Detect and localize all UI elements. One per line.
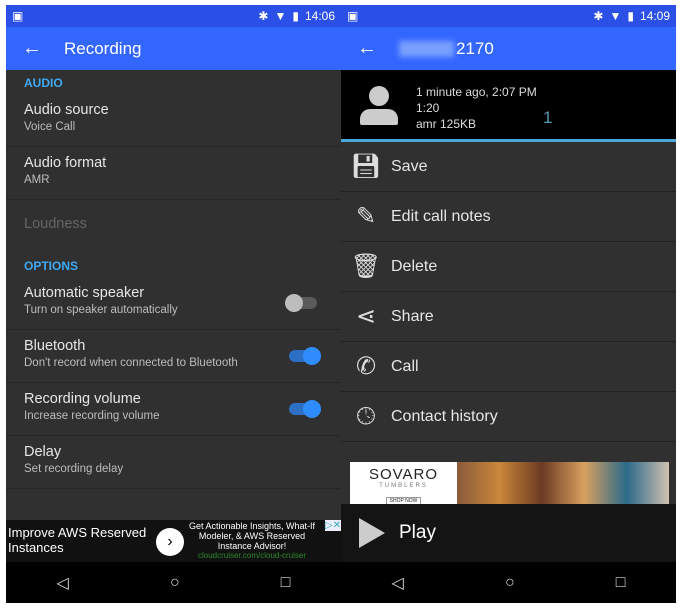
bluetooth-icon: ✱ xyxy=(258,9,269,23)
setting-summary: Turn on speaker automatically xyxy=(24,304,178,316)
blurred-number xyxy=(399,40,454,57)
play-label: Play xyxy=(399,522,436,543)
menu-item-delete[interactable]: 🗑︎ Delete xyxy=(341,242,676,292)
action-menu: 💾︎ Save ✎ Edit call notes 🗑︎ Delete ⋖ Share … xyxy=(341,142,676,442)
bluetooth-toggle[interactable] xyxy=(289,347,321,365)
clock-icon: 🕓︎ xyxy=(356,402,376,430)
setting-loudness: Loudness xyxy=(6,200,341,253)
setting-audio-source[interactable]: Audio source Voice Call xyxy=(6,94,341,147)
play-button[interactable]: Play xyxy=(341,504,676,562)
ad-body: Get Actionable Insights, What-If Modeler… xyxy=(188,521,316,551)
clock-time: 14:09 xyxy=(639,9,670,23)
left-screen: ▣ ✱ ▼ ▮ 14:06 ← Recording AUDIO Audio sourc… xyxy=(6,5,341,603)
setting-recording-volume[interactable]: Recording volume Increase recording volum… xyxy=(6,383,341,436)
bluetooth-icon: ✱ xyxy=(593,9,604,23)
page-title: 2170 xyxy=(456,38,494,58)
ad-choices-icon[interactable]: ▷✕ xyxy=(324,520,341,531)
setting-title: Automatic speaker xyxy=(24,285,145,301)
ad-brand: SOVARO xyxy=(368,466,439,483)
back-nav-icon[interactable]: ◁ xyxy=(392,573,404,593)
call-info-header: 1 minute ago, 2:07 PM 1:20 amr 125KB 1 xyxy=(341,70,676,142)
call-time: 1 minute ago, 2:07 PM xyxy=(416,85,537,99)
menu-item-save[interactable]: 💾︎ Save xyxy=(341,142,676,192)
back-nav-icon[interactable]: ◁ xyxy=(57,573,69,593)
floppy-disk-icon: 💾︎ xyxy=(350,153,382,180)
menu-item-call[interactable]: ✆ Call xyxy=(341,342,676,392)
battery-icon: ▮ xyxy=(292,9,299,23)
home-nav-icon[interactable]: ○ xyxy=(170,574,180,592)
ad-banner[interactable]: SOVARO TUMBLERS SHOP NOW xyxy=(350,462,669,505)
recording-volume-toggle[interactable] xyxy=(289,400,321,418)
phone-icon: ✆ xyxy=(355,353,377,380)
menu-label: Call xyxy=(391,357,419,375)
toolbar: ← Recording xyxy=(6,27,341,70)
call-duration: 1:20 xyxy=(416,101,440,115)
setting-title: Bluetooth xyxy=(24,338,86,354)
menu-label: Edit call notes xyxy=(391,207,491,225)
setting-bluetooth[interactable]: Bluetooth Don't record when connected to … xyxy=(6,330,341,383)
back-arrow-icon[interactable]: ← xyxy=(357,37,377,60)
setting-value: AMR xyxy=(24,174,50,186)
pencil-icon: ✎ xyxy=(355,203,377,230)
setting-title: Loudness xyxy=(24,216,87,232)
recents-nav-icon[interactable]: □ xyxy=(616,574,626,592)
status-bar: ▣ ✱ ▼ ▮ 14:06 xyxy=(6,5,341,27)
setting-summary: Don't record when connected to Bluetooth xyxy=(24,357,238,369)
person-avatar-icon xyxy=(359,86,399,126)
setting-summary: Increase recording volume xyxy=(24,410,160,422)
setting-title: Delay xyxy=(24,444,62,460)
home-nav-icon[interactable]: ○ xyxy=(505,574,515,592)
battery-icon: ▮ xyxy=(627,9,634,23)
play-icon xyxy=(359,518,385,548)
file-info: amr 125KB xyxy=(416,117,477,131)
image-icon: ▣ xyxy=(347,9,359,23)
menu-label: Save xyxy=(391,157,428,175)
image-icon: ▣ xyxy=(12,9,24,23)
share-icon: ⋖ xyxy=(355,303,377,330)
page-title: Recording xyxy=(64,38,142,58)
setting-title: Audio source xyxy=(24,102,109,118)
toolbar: ← 2170 xyxy=(341,27,676,70)
back-arrow-icon[interactable]: ← xyxy=(22,37,42,60)
menu-label: Share xyxy=(391,307,434,325)
setting-title: Recording volume xyxy=(24,391,141,407)
setting-title: Audio format xyxy=(24,155,107,171)
menu-item-share[interactable]: ⋖ Share xyxy=(341,292,676,342)
navigation-bar: ◁ ○ □ xyxy=(6,562,341,603)
setting-delay[interactable]: Delay Set recording delay xyxy=(6,436,341,489)
menu-item-contact-history[interactable]: 🕓︎ Contact history xyxy=(341,392,676,442)
setting-summary: Set recording delay xyxy=(24,463,124,475)
setting-audio-format[interactable]: Audio format AMR xyxy=(6,147,341,200)
ad-image xyxy=(457,462,669,504)
ad-headline: Improve AWS Reserved Instances xyxy=(8,525,147,555)
menu-label: Contact history xyxy=(391,407,498,425)
section-header-audio: AUDIO xyxy=(24,76,63,90)
setting-value: Voice Call xyxy=(24,121,76,133)
menu-item-edit-call-notes[interactable]: ✎ Edit call notes xyxy=(341,192,676,242)
clock-time: 14:06 xyxy=(304,9,335,23)
ad-banner[interactable]: Improve AWS Reserved Instances › Get Act… xyxy=(6,520,341,562)
navigation-bar: ◁ ○ □ xyxy=(341,562,676,603)
recents-nav-icon[interactable]: □ xyxy=(281,574,291,592)
right-screen: ▣ ✱ ▼ ▮ 14:09 ← 2170 1 minute ago, 2:07 PM … xyxy=(341,5,676,603)
chevron-right-icon[interactable]: › xyxy=(156,528,184,556)
ad-url: cloudcruiser.com/cloud-cruiser xyxy=(197,551,307,560)
automatic-speaker-toggle[interactable] xyxy=(285,294,317,312)
status-bar: ▣ ✱ ▼ ▮ 14:09 xyxy=(341,5,676,27)
wifi-icon: ▼ xyxy=(609,9,622,23)
section-header-options: OPTIONS xyxy=(24,259,79,273)
recording-count: 1 xyxy=(543,108,553,127)
setting-automatic-speaker[interactable]: Automatic speaker Turn on speaker automat… xyxy=(6,277,341,330)
wifi-icon: ▼ xyxy=(274,9,287,23)
menu-label: Delete xyxy=(391,257,438,275)
ad-subtitle: TUMBLERS xyxy=(379,483,428,489)
trash-icon: 🗑︎ xyxy=(350,253,382,280)
